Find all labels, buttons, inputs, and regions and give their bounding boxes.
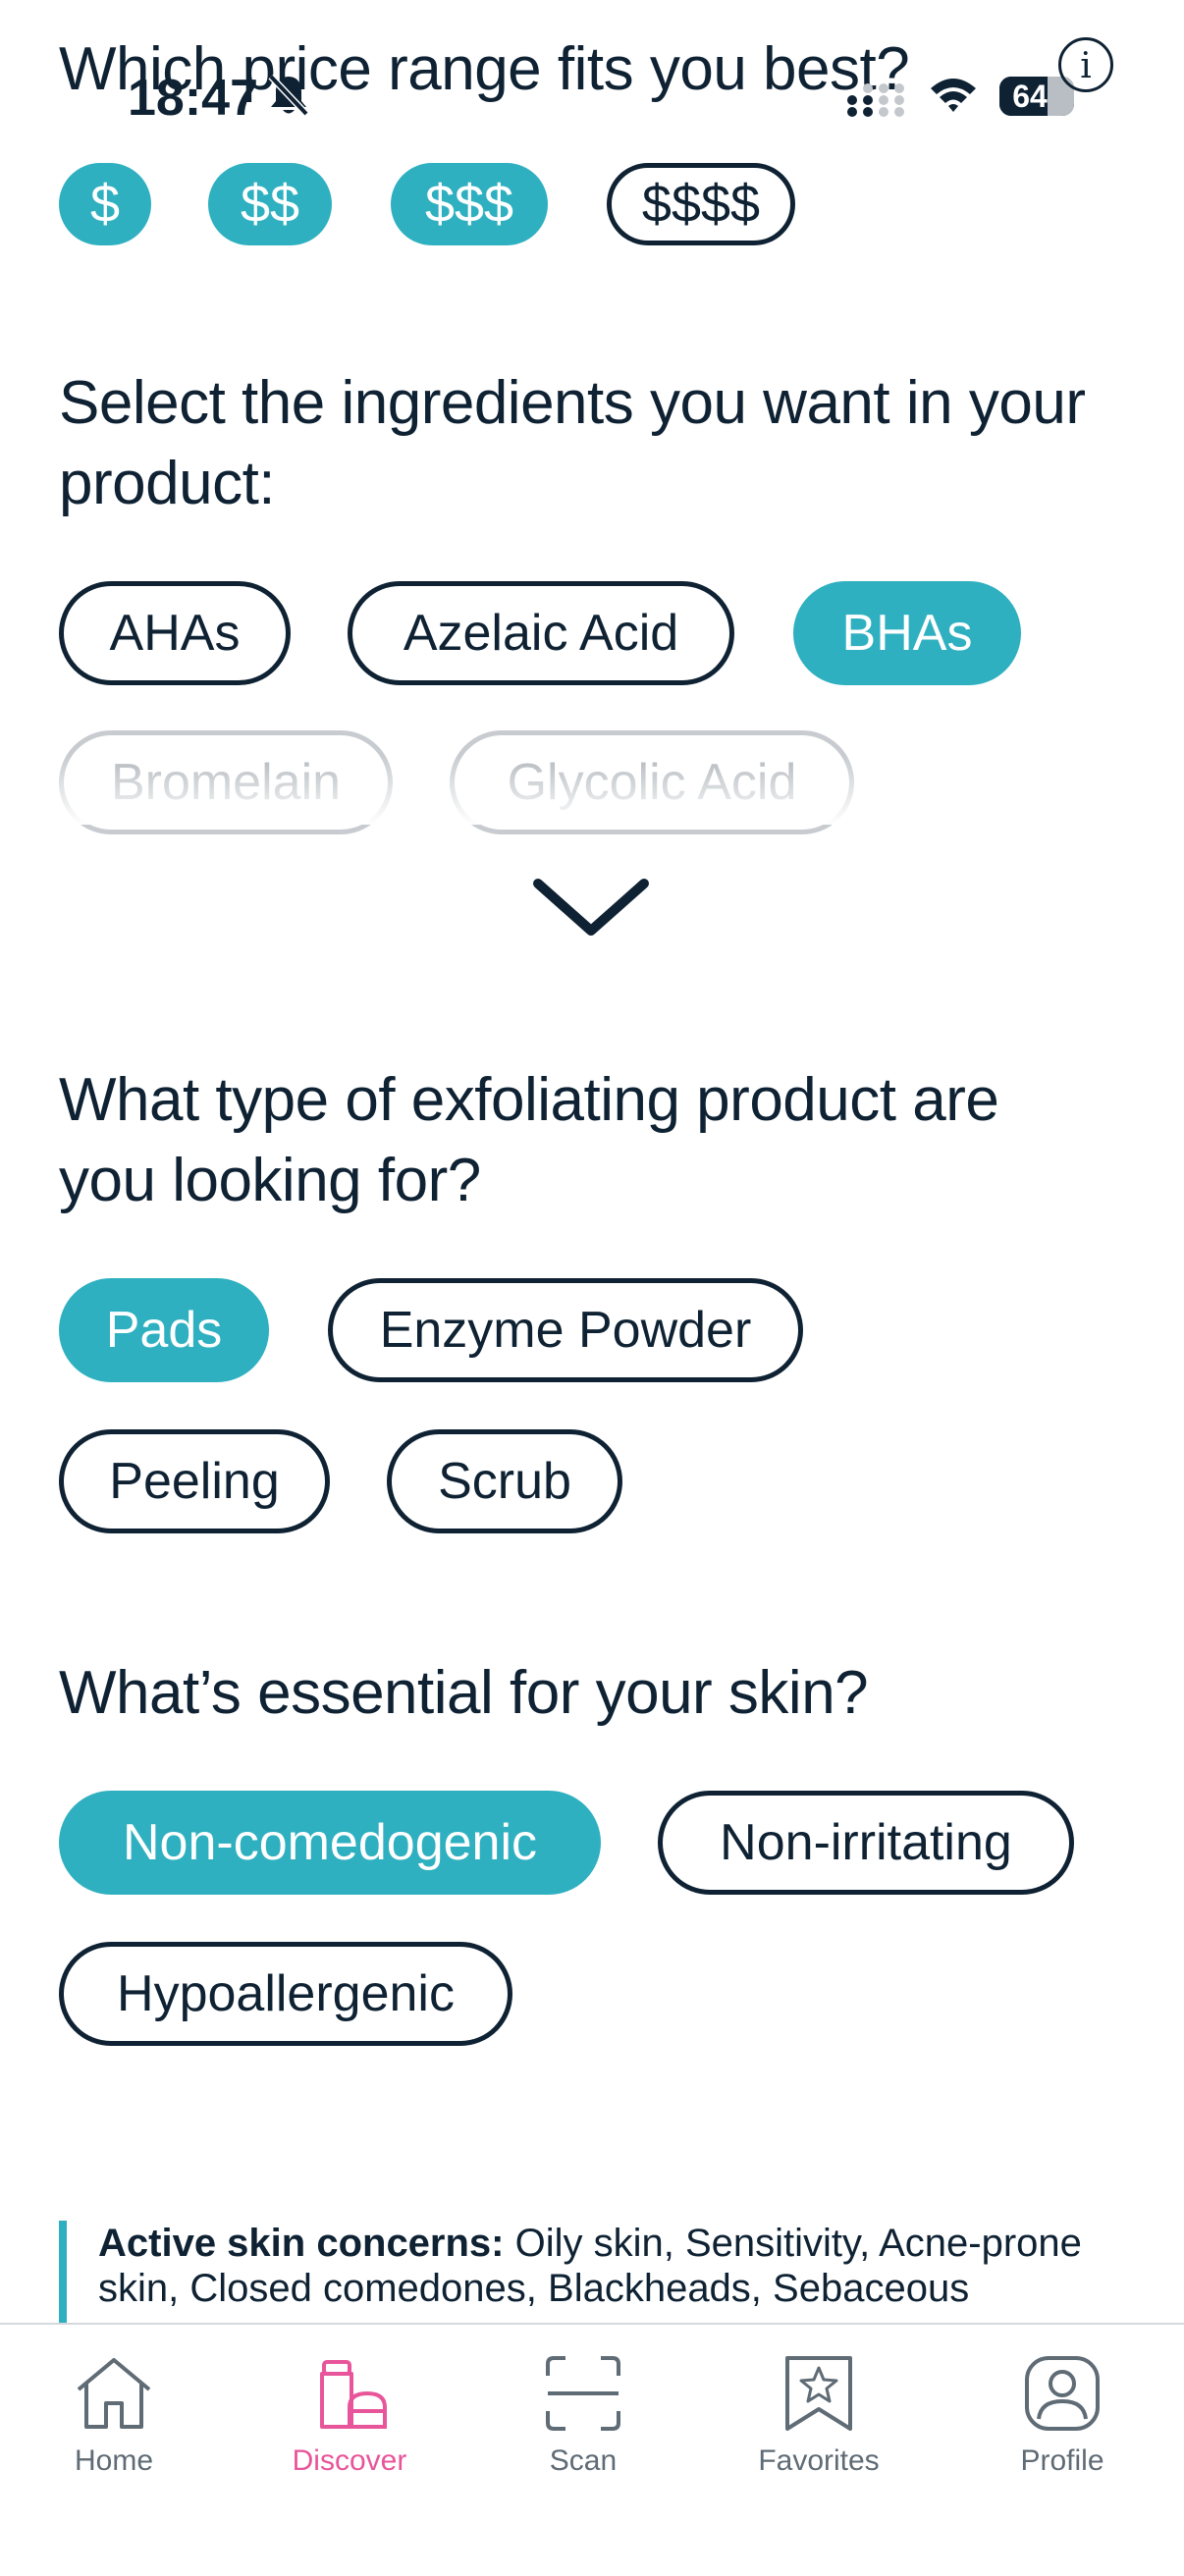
wifi-icon (931, 79, 976, 112)
ingredient-option-azelaic-acid[interactable]: Azelaic Acid (348, 581, 734, 685)
product-type-option-scrub[interactable]: Scrub (387, 1429, 622, 1533)
tab-profile[interactable]: Profile (964, 2354, 1160, 2492)
tab-home-label: Home (74, 2444, 154, 2477)
concerns-label: Active skin concerns: (98, 2222, 505, 2265)
essentials-question-title: What’s essential for your skin? (59, 1659, 869, 1727)
home-icon (77, 2358, 151, 2429)
essential-option-hypoallergenic[interactable]: Hypoallergenic (59, 1942, 512, 2046)
info-glyph: i (1080, 46, 1092, 86)
tab-favorites-label: Favorites (758, 2444, 880, 2477)
profile-icon (1025, 2356, 1100, 2431)
tab-home[interactable]: Home (16, 2354, 212, 2492)
essential-option-non-irritating[interactable]: Non-irritating (658, 1791, 1074, 1895)
tab-discover-label: Discover (292, 2444, 407, 2477)
product-type-question-title: What type of exfoliating product are you… (59, 1066, 999, 1214)
price-option-1[interactable]: $ (59, 163, 151, 245)
tab-scan[interactable]: Scan (485, 2354, 681, 2492)
chevron-down-icon[interactable] (530, 874, 652, 942)
ingredient-option-bhas[interactable]: BHAs (793, 581, 1021, 685)
product-type-option-enzyme-powder[interactable]: Enzyme Powder (328, 1278, 803, 1382)
price-option-2[interactable]: $$ (208, 163, 332, 245)
ingredients-question-title: Select the ingredients you want in your … (59, 369, 1086, 517)
list-fade (0, 756, 1184, 825)
info-icon[interactable]: i (1058, 37, 1113, 92)
favorites-icon (785, 2356, 852, 2431)
discover-icon (320, 2360, 387, 2429)
status-time: 18:47 (128, 70, 258, 127)
product-type-option-peeling[interactable]: Peeling (59, 1429, 330, 1533)
ingredient-option-ahas[interactable]: AHAs (59, 581, 291, 685)
signal-icon (847, 83, 904, 117)
scan-icon (546, 2356, 620, 2431)
tab-discover[interactable]: Discover (251, 2354, 448, 2492)
active-skin-concerns: Active skin concerns: Oily skin, Sensiti… (59, 2221, 1119, 2325)
essential-option-non-comedogenic[interactable]: Non-comedogenic (59, 1791, 601, 1895)
price-option-4[interactable]: $$$$ (607, 163, 795, 245)
price-option-3[interactable]: $$$ (391, 163, 548, 245)
product-type-option-pads[interactable]: Pads (59, 1278, 269, 1382)
tab-favorites[interactable]: Favorites (721, 2354, 917, 2492)
tab-bar: Home Discover Scan Favorites Profile (0, 2323, 1184, 2576)
bell-slash-icon (268, 74, 309, 117)
tab-scan-label: Scan (549, 2444, 618, 2477)
battery-level: 64 (1012, 79, 1048, 114)
tab-profile-label: Profile (1020, 2444, 1104, 2477)
